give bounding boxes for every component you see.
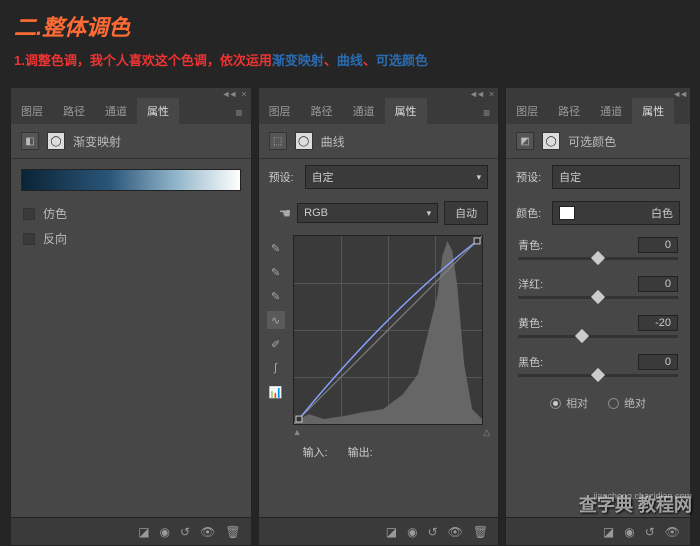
tab-properties[interactable]: 属性 <box>385 98 427 124</box>
curve-tool-icon[interactable]: ∿ <box>267 311 285 329</box>
trash-icon[interactable]: 🗑 <box>473 525 488 539</box>
selective-color-icon: ◩ <box>516 132 534 150</box>
tab-paths[interactable]: 路径 <box>53 98 95 124</box>
section-subtitle: 1.调整色调，我个人喜欢这个色调，依次运用渐变映射、曲线、可选颜色 <box>14 50 686 69</box>
trash-icon[interactable]: 🗑 <box>225 525 240 539</box>
black-point-icon[interactable]: ▲ <box>293 427 302 438</box>
visibility-icon[interactable]: 👁 <box>448 525 463 539</box>
slider-label: 青色: <box>518 237 543 253</box>
menu-icon[interactable]: ≡ <box>228 102 251 124</box>
reverse-label: 反向 <box>43 230 67 247</box>
close-icon[interactable]: × <box>489 89 494 99</box>
slider-value[interactable]: 0 <box>638 276 678 292</box>
adjustment-name: 渐变映射 <box>73 133 121 150</box>
smooth-tool-icon[interactable]: ∫ <box>267 359 285 377</box>
tab-layers[interactable]: 图层 <box>506 98 548 124</box>
adjustment-name: 曲线 <box>321 133 345 150</box>
reset-icon[interactable]: ↺ <box>180 525 190 539</box>
panel-selective-color: ◄◄ 图层 路径 通道 属性 ◩ ◯ 可选颜色 预设: 自定 颜色: 白色 青色… <box>505 87 690 546</box>
tab-paths[interactable]: 路径 <box>548 98 590 124</box>
tab-channels[interactable]: 通道 <box>95 98 137 124</box>
preset-select[interactable]: 自定 <box>552 165 680 189</box>
tab-properties[interactable]: 属性 <box>137 98 179 124</box>
reset-icon[interactable]: ↺ <box>645 525 655 539</box>
tab-paths[interactable]: 路径 <box>301 98 343 124</box>
dither-label: 仿色 <box>43 205 67 222</box>
clip-icon[interactable]: ◪ <box>603 525 614 539</box>
view-previous-icon[interactable]: ◉ <box>160 525 170 539</box>
slider-track[interactable] <box>518 257 678 260</box>
color-label: 颜色: <box>516 205 546 221</box>
mask-icon[interactable]: ◯ <box>47 132 65 150</box>
slider-label: 黄色: <box>518 315 543 331</box>
visibility-icon[interactable]: 👁 <box>200 525 215 539</box>
adjustment-name: 可选颜色 <box>568 133 616 150</box>
slider-3: 黑色: 0 <box>506 348 690 387</box>
white-point-icon[interactable]: △ <box>483 427 490 438</box>
collapse-icon[interactable]: ◄◄ <box>672 89 686 99</box>
panel-curves: ◄◄× 图层 路径 通道 属性 ≡ ⬚ ◯ 曲线 预设: 自定▾ ☚ RGB▾ … <box>258 87 500 546</box>
mask-icon[interactable]: ◯ <box>295 132 313 150</box>
view-previous-icon[interactable]: ◉ <box>407 525 417 539</box>
preset-label: 预设: <box>516 169 546 185</box>
visibility-icon[interactable]: 👁 <box>665 525 680 539</box>
tab-layers[interactable]: 图层 <box>259 98 301 124</box>
slider-value[interactable]: -20 <box>638 315 678 331</box>
adjustment-icon: ◧ <box>21 132 39 150</box>
eyedropper-gray-icon[interactable]: ✎ <box>267 263 285 281</box>
gradient-editor[interactable] <box>21 169 241 191</box>
slider-label: 黑色: <box>518 354 543 370</box>
slider-track[interactable] <box>518 296 678 299</box>
output-label: 输出: <box>348 444 373 460</box>
slider-label: 洋红: <box>518 276 543 292</box>
tab-channels[interactable]: 通道 <box>343 98 385 124</box>
slider-0: 青色: 0 <box>506 231 690 270</box>
view-previous-icon[interactable]: ◉ <box>624 525 634 539</box>
panel-tabs: 图层 路径 通道 属性 ≡ <box>11 100 251 124</box>
eyedropper-white-icon[interactable]: ✎ <box>267 287 285 305</box>
slider-value[interactable]: 0 <box>638 237 678 253</box>
slider-value[interactable]: 0 <box>638 354 678 370</box>
pencil-tool-icon[interactable]: ✐ <box>267 335 285 353</box>
reset-icon[interactable]: ↺ <box>428 525 438 539</box>
close-icon[interactable]: × <box>241 89 246 99</box>
tab-channels[interactable]: 通道 <box>590 98 632 124</box>
slider-1: 洋红: 0 <box>506 270 690 309</box>
targeted-adjust-icon[interactable]: ☚ <box>279 205 292 222</box>
clip-icon[interactable]: ◪ <box>386 525 397 539</box>
section-title: 二.整体调色 <box>14 10 686 42</box>
relative-radio[interactable]: 相对 <box>550 395 588 411</box>
slider-track[interactable] <box>518 374 678 377</box>
tab-layers[interactable]: 图层 <box>11 98 53 124</box>
preset-select[interactable]: 自定▾ <box>305 165 489 189</box>
input-label: 输入: <box>303 444 328 460</box>
slider-track[interactable] <box>518 335 678 338</box>
color-select[interactable]: 白色 <box>552 201 680 225</box>
auto-button[interactable]: 自动 <box>444 201 488 225</box>
channel-select[interactable]: RGB▾ <box>297 203 438 223</box>
absolute-radio[interactable]: 绝对 <box>608 395 646 411</box>
curves-icon: ⬚ <box>269 132 287 150</box>
preset-label: 预设: <box>269 169 299 185</box>
reverse-checkbox[interactable] <box>23 233 35 245</box>
collapse-icon[interactable]: ◄◄ <box>469 89 483 99</box>
curves-graph[interactable] <box>293 235 483 425</box>
dither-checkbox[interactable] <box>23 208 35 220</box>
clip-icon[interactable]: ◪ <box>138 525 149 539</box>
slider-2: 黄色: -20 <box>506 309 690 348</box>
histogram-icon[interactable]: 📊 <box>267 383 285 401</box>
tab-properties[interactable]: 属性 <box>632 98 674 124</box>
menu-icon[interactable]: ≡ <box>475 102 498 124</box>
eyedropper-black-icon[interactable]: ✎ <box>267 239 285 257</box>
panel-gradient-map: ◄◄ × 图层 路径 通道 属性 ≡ ◧ ◯ 渐变映射 仿色 反向 ◪ ◉ ↺ 👁… <box>10 87 252 546</box>
mask-icon[interactable]: ◯ <box>542 132 560 150</box>
watermark: 查字典 教程网 <box>579 491 692 517</box>
collapse-icon[interactable]: ◄◄ <box>221 89 235 99</box>
